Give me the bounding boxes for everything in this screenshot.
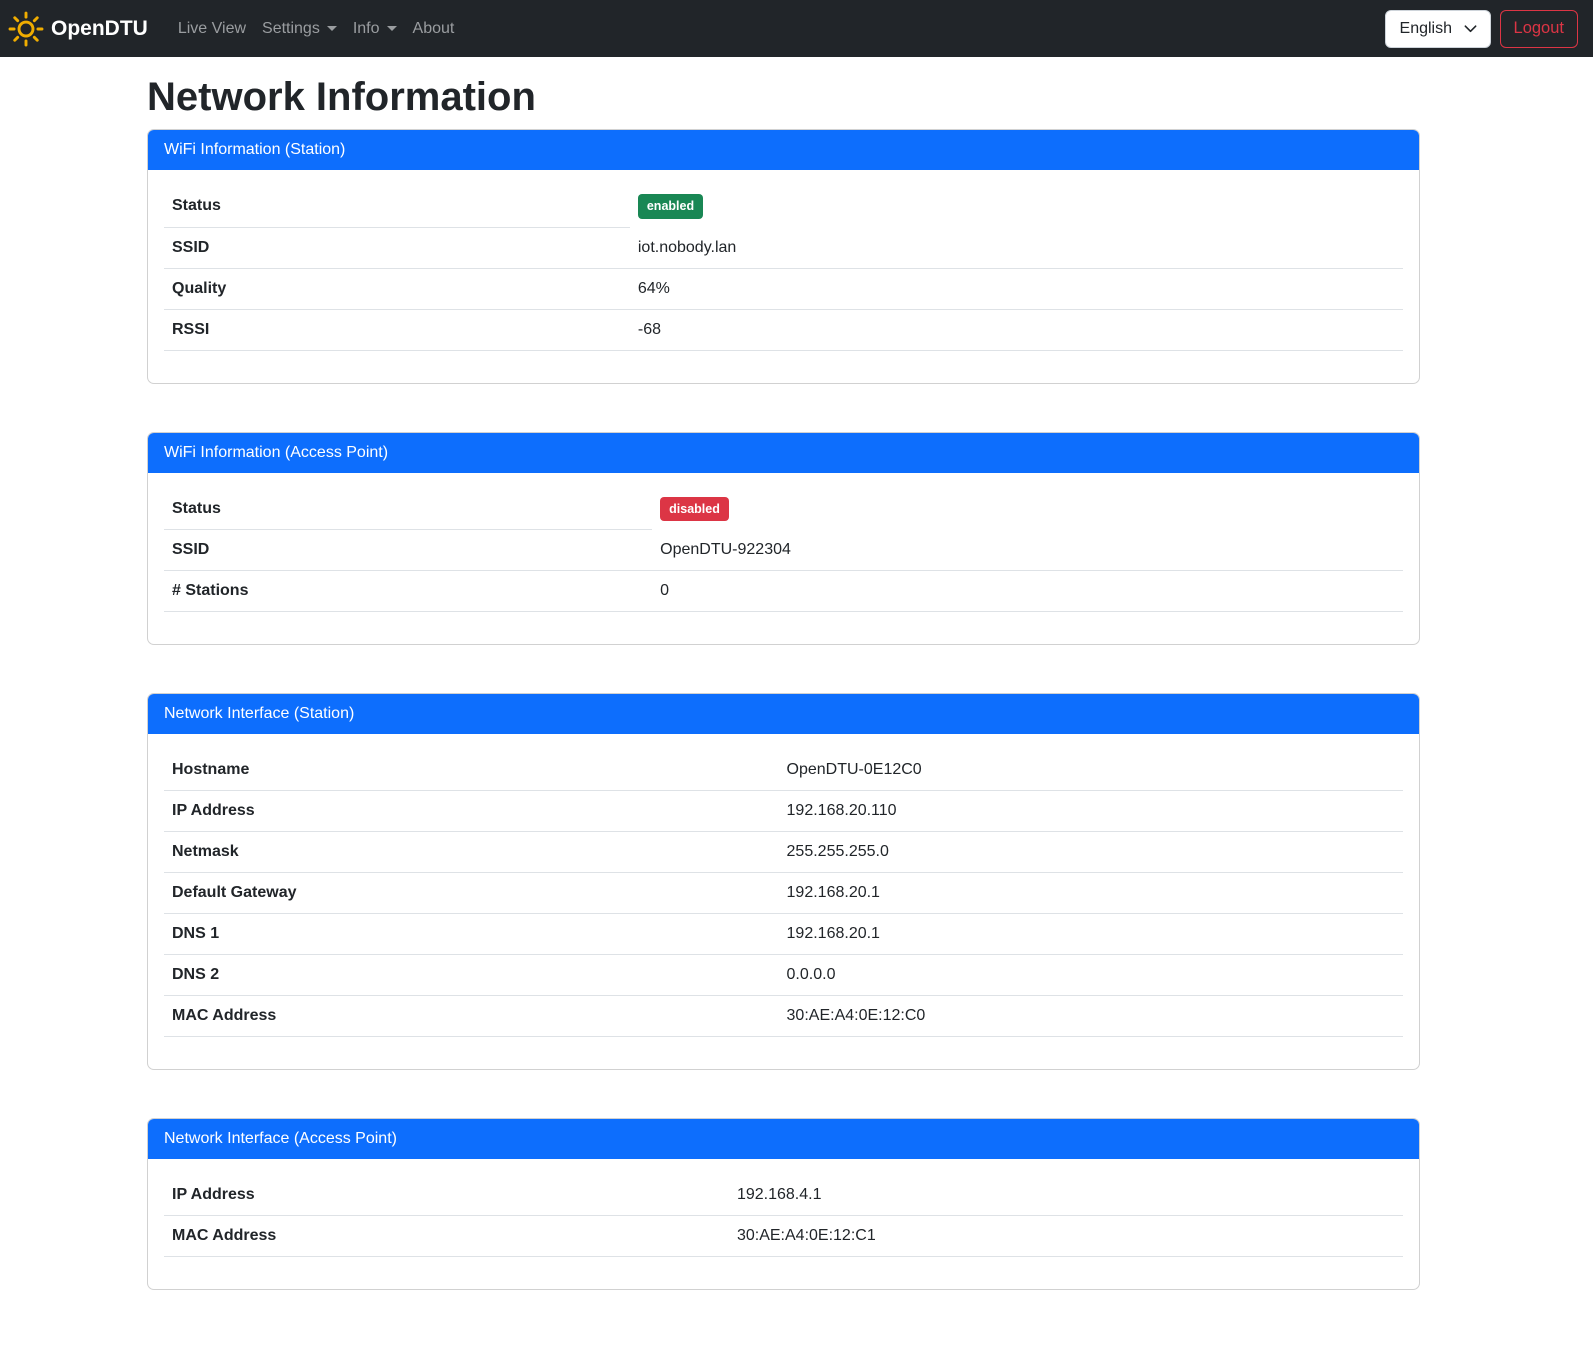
row-value: OpenDTU-0E12C0	[779, 750, 1403, 791]
nav-link-about[interactable]: About	[405, 9, 463, 49]
row-value: 64%	[630, 268, 1403, 309]
row-label: Default Gateway	[164, 873, 779, 914]
row-value: OpenDTU-922304	[652, 530, 1403, 571]
brand-link[interactable]: OpenDTU	[8, 7, 156, 51]
row-label: MAC Address	[164, 1216, 729, 1257]
row-value: 30:AE:A4:0E:12:C0	[779, 996, 1403, 1037]
table-row: DNS 20.0.0.0	[164, 955, 1403, 996]
cards-container: WiFi Information (Station)StatusenabledS…	[147, 129, 1420, 1290]
table-row: MAC Address30:AE:A4:0E:12:C1	[164, 1216, 1403, 1257]
row-value: 192.168.20.110	[779, 791, 1403, 832]
row-value: 0.0.0.0	[779, 955, 1403, 996]
status-badge: disabled	[660, 497, 729, 522]
status-badge: enabled	[638, 194, 703, 219]
row-value: 192.168.20.1	[779, 873, 1403, 914]
chevron-down-icon	[1463, 21, 1478, 36]
table-row: RSSI-68	[164, 309, 1403, 350]
card-header: WiFi Information (Access Point)	[148, 433, 1419, 473]
table-row: IP Address192.168.20.110	[164, 791, 1403, 832]
table-row: HostnameOpenDTU-0E12C0	[164, 750, 1403, 791]
table-row: Netmask255.255.255.0	[164, 832, 1403, 873]
info-card: Network Interface (Station) HostnameOpenD…	[147, 693, 1420, 1070]
row-value: disabled	[652, 489, 1403, 530]
row-value: 30:AE:A4:0E:12:C1	[729, 1216, 1403, 1257]
page-title: Network Information	[147, 74, 1420, 120]
nav-link-live-view[interactable]: Live View	[170, 9, 254, 49]
logout-button[interactable]: Logout	[1500, 10, 1578, 48]
nav-menu: Live ViewSettingsInfoAbout	[170, 9, 463, 49]
nav-item: Live View	[170, 9, 254, 49]
nav-item: Info	[345, 9, 405, 49]
table-row: # Stations0	[164, 571, 1403, 612]
card-body: Status enabled SSIDiot.nobody.lanQuality64…	[148, 170, 1419, 383]
caret-down-icon	[327, 26, 337, 31]
card-header: Network Interface (Access Point)	[148, 1119, 1419, 1159]
card-body: Status disabled SSIDOpenDTU-922304# Statio…	[148, 473, 1419, 645]
row-label: # Stations	[164, 571, 652, 612]
info-table: Status enabled SSIDiot.nobody.lanQuality64…	[164, 186, 1403, 351]
info-card: WiFi Information (Station)StatusenabledS…	[147, 129, 1420, 384]
table-row: DNS 1192.168.20.1	[164, 914, 1403, 955]
caret-down-icon	[387, 26, 397, 31]
table-row: SSIDOpenDTU-922304	[164, 530, 1403, 571]
row-label: Quality	[164, 268, 630, 309]
row-value: -68	[630, 309, 1403, 350]
row-label: Status	[164, 489, 652, 530]
row-label: Netmask	[164, 832, 779, 873]
navbar: OpenDTU Live ViewSettingsInfoAbout Engli…	[0, 0, 1593, 57]
row-label: MAC Address	[164, 996, 779, 1037]
nav-item: About	[405, 9, 463, 49]
language-select[interactable]: English	[1385, 10, 1491, 48]
row-label: RSSI	[164, 309, 630, 350]
table-row: Status disabled	[164, 489, 1403, 530]
sun-icon	[8, 11, 44, 47]
navbar-right: English Logout	[1385, 10, 1578, 48]
info-table: HostnameOpenDTU-0E12C0IP Address192.168.…	[164, 750, 1403, 1037]
info-table: IP Address192.168.4.1MAC Address30:AE:A4…	[164, 1175, 1403, 1257]
row-label: IP Address	[164, 791, 779, 832]
row-value: 192.168.4.1	[729, 1175, 1403, 1216]
table-row: SSIDiot.nobody.lan	[164, 227, 1403, 268]
card-header: WiFi Information (Station)	[148, 130, 1419, 170]
info-card: WiFi Information (Access Point) Status dis…	[147, 432, 1420, 646]
row-label: DNS 1	[164, 914, 779, 955]
row-label: SSID	[164, 227, 630, 268]
card-header: Network Interface (Station)	[148, 694, 1419, 734]
row-value: 0	[652, 571, 1403, 612]
table-row: IP Address192.168.4.1	[164, 1175, 1403, 1216]
nav-link-settings[interactable]: Settings	[254, 9, 345, 49]
nav-item: Settings	[254, 9, 345, 49]
brand-label: OpenDTU	[51, 17, 148, 41]
table-row: Default Gateway192.168.20.1	[164, 873, 1403, 914]
table-row: Quality64%	[164, 268, 1403, 309]
page-content: Network Information WiFi Information (St…	[147, 74, 1420, 1290]
language-selected-label: English	[1400, 20, 1452, 38]
row-label: IP Address	[164, 1175, 729, 1216]
info-card: Network Interface (Access Point) IP Addre…	[147, 1118, 1420, 1290]
row-label: Hostname	[164, 750, 779, 791]
row-label: DNS 2	[164, 955, 779, 996]
row-label: Status	[164, 186, 630, 227]
row-value: 255.255.255.0	[779, 832, 1403, 873]
row-value: 192.168.20.1	[779, 914, 1403, 955]
table-row: MAC Address30:AE:A4:0E:12:C0	[164, 996, 1403, 1037]
row-label: SSID	[164, 530, 652, 571]
nav-link-info[interactable]: Info	[345, 9, 405, 49]
card-body: HostnameOpenDTU-0E12C0IP Address192.168.…	[148, 734, 1419, 1069]
row-value: enabled	[630, 186, 1403, 227]
card-body: IP Address192.168.4.1MAC Address30:AE:A4…	[148, 1159, 1419, 1289]
info-table: Status disabled SSIDOpenDTU-922304# Statio…	[164, 489, 1403, 613]
row-value: iot.nobody.lan	[630, 227, 1403, 268]
table-row: Status enabled	[164, 186, 1403, 227]
